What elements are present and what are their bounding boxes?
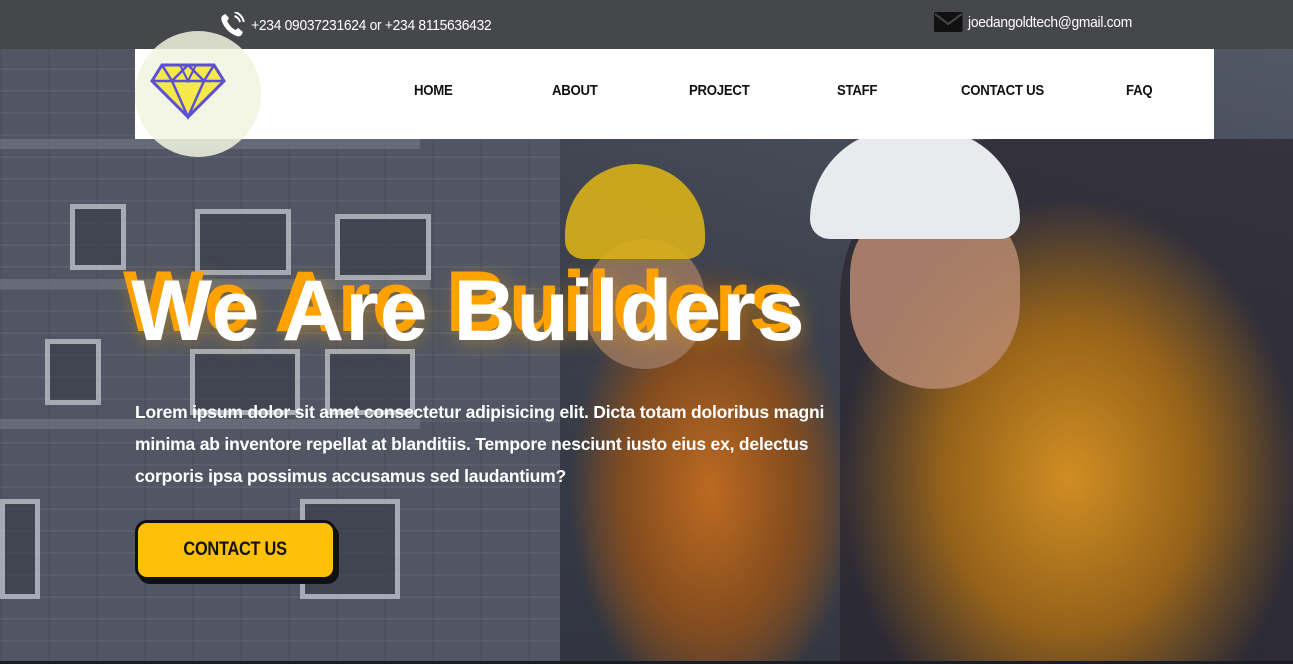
nav-faq[interactable]: FAQ [1126,82,1153,99]
contact-us-button[interactable]: CONTACT US [135,520,336,580]
hero-headline: We Are Builders [131,263,806,359]
phone-contact[interactable]: +234 09037231624 or +234 8115636432 [218,12,492,38]
contact-us-button-label: CONTACT US [183,539,288,560]
email-text: joedangoldtech@gmail.com [968,13,1132,31]
email-contact[interactable]: joedangoldtech@gmail.com [934,12,1132,32]
hero-lead-text: Lorem ipsum dolor sit amet consectetur a… [135,402,825,486]
envelope-icon [934,12,963,32]
nav-about[interactable]: ABOUT [552,82,598,99]
nav-staff[interactable]: STAFF [837,82,877,99]
nav-contact-us[interactable]: CONTACT US [961,82,1044,99]
nav-home[interactable]: HOME [414,82,453,99]
main-navbar [135,49,1214,139]
diamond-logo-icon[interactable] [148,55,228,127]
phone-text: +234 09037231624 or +234 8115636432 [251,16,492,34]
nav-project[interactable]: PROJECT [689,82,750,99]
phone-icon [221,12,245,37]
